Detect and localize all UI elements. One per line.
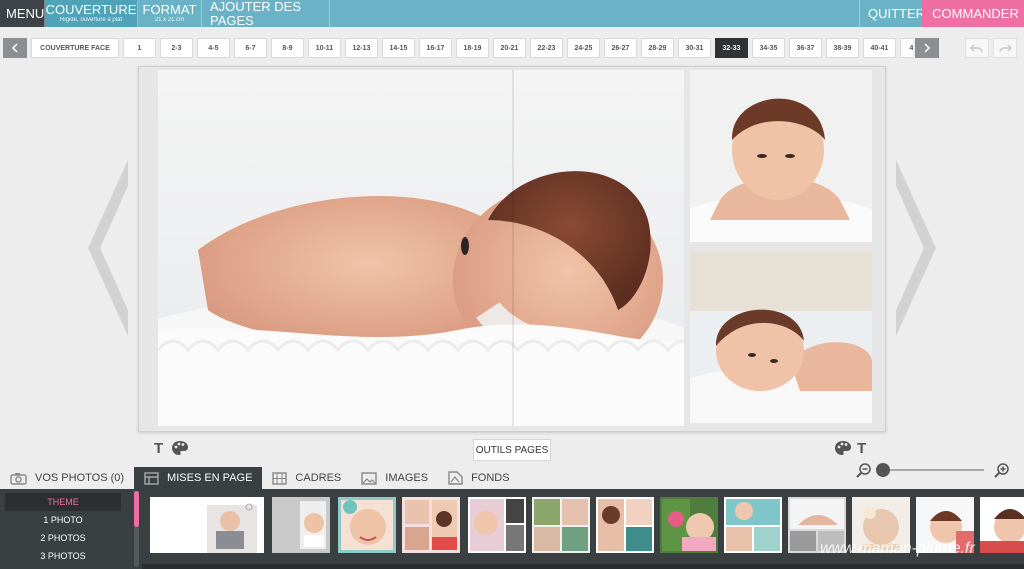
- camera-icon: [10, 472, 27, 485]
- tab-cadres-label: CADRES: [295, 472, 342, 484]
- tab-vos-photos[interactable]: VOS PHOTOS (0): [0, 467, 134, 489]
- next-pages-button[interactable]: [915, 38, 940, 58]
- format-button[interactable]: FORMAT 21 x 21 cm: [138, 0, 202, 27]
- layout-thumbnail[interactable]: [596, 497, 654, 553]
- menu-label: MENU: [6, 5, 45, 21]
- chevron-left-icon: [11, 43, 18, 53]
- page-tab[interactable]: 2-3: [159, 38, 193, 58]
- page-tab[interactable]: 10-11: [307, 38, 341, 58]
- order-label: COMMANDER: [932, 5, 1019, 21]
- frame-icon: [272, 471, 288, 485]
- page-tab[interactable]: 16-17: [418, 38, 452, 58]
- top-right-photo[interactable]: [690, 70, 872, 242]
- palette-icon-right[interactable]: [834, 440, 852, 456]
- bottom-bar: [142, 564, 1024, 569]
- bottom-right-photo[interactable]: [690, 251, 872, 423]
- background-icon: [448, 471, 463, 485]
- category-2-photos[interactable]: 2 PHOTOS: [5, 529, 121, 547]
- undo-icon: [970, 43, 983, 52]
- page-tabs: COUVERTURE FACE 1 2-3 4-5 6-7 8-9 10-11 12-13 1…: [30, 38, 914, 58]
- quit-label: QUITTER: [868, 5, 926, 21]
- page-tab[interactable]: 38-39: [825, 38, 859, 58]
- layout-thumbnail[interactable]: [402, 497, 460, 553]
- layout-thumbnail[interactable]: [532, 497, 590, 553]
- page-tab[interactable]: 14-15: [381, 38, 415, 58]
- category-theme[interactable]: THEME: [5, 493, 121, 511]
- page-tab[interactable]: 18-19: [455, 38, 489, 58]
- page-tab[interactable]: 36-37: [788, 38, 822, 58]
- page-tab[interactable]: 20-21: [492, 38, 526, 58]
- layout-thumbnail[interactable]: [980, 497, 1024, 553]
- page-tab[interactable]: 40-41: [862, 38, 896, 58]
- tab-images[interactable]: IMAGES: [351, 467, 438, 489]
- layout-thumbnail[interactable]: [468, 497, 526, 553]
- quit-button[interactable]: QUITTER: [859, 0, 926, 27]
- tab-vos-photos-label: VOS PHOTOS (0): [35, 472, 125, 484]
- tab-fonds-label: FONDS: [471, 472, 510, 484]
- cover-label: COUVERTURE: [45, 2, 137, 17]
- tab-fonds[interactable]: FONDS: [438, 467, 520, 489]
- menu-button[interactable]: MENU: [0, 0, 45, 27]
- page-tab[interactable]: 6-7: [233, 38, 267, 58]
- tab-mises-en-page[interactable]: MISES EN PAGE: [134, 467, 263, 489]
- order-button[interactable]: COMMANDER: [922, 0, 1024, 27]
- outils-pages-button[interactable]: OUTILS PAGES: [473, 439, 551, 461]
- prev-spread-arrow[interactable]: [88, 160, 128, 336]
- page-tab[interactable]: 22-23: [529, 38, 563, 58]
- next-spread-arrow[interactable]: [896, 160, 936, 336]
- tab-cadres[interactable]: CADRES: [262, 467, 351, 489]
- layout-thumbnail[interactable]: [338, 497, 396, 553]
- text-tool-left[interactable]: T: [154, 440, 163, 457]
- layout-thumbnail[interactable]: [724, 497, 782, 553]
- page-tab[interactable]: 42-4: [899, 38, 914, 58]
- bottom-tabs: VOS PHOTOS (0) MISES EN PAGE CADRES IMAG…: [0, 467, 1024, 489]
- category-scrollbar[interactable]: [134, 491, 139, 567]
- page-tab[interactable]: 28-29: [640, 38, 674, 58]
- page-tab-cover[interactable]: COUVERTURE FACE: [30, 38, 119, 58]
- page-tab[interactable]: 30-31: [677, 38, 711, 58]
- category-1-photo[interactable]: 1 PHOTO: [5, 511, 121, 529]
- category-scrollbar-thumb[interactable]: [134, 491, 139, 527]
- page-tab[interactable]: 26-27: [603, 38, 637, 58]
- page-tab[interactable]: 12-13: [344, 38, 378, 58]
- cover-button[interactable]: COUVERTURE Rigide, ouverture à plat: [45, 0, 138, 27]
- format-sublabel: 21 x 21 cm: [154, 17, 185, 23]
- text-tool-right[interactable]: T: [857, 440, 866, 457]
- spread-fold: [512, 70, 514, 426]
- page-tab[interactable]: 24-25: [566, 38, 600, 58]
- palette-icon-left[interactable]: [171, 440, 189, 456]
- chevron-right-icon: [924, 43, 931, 53]
- top-bar: MENU COUVERTURE Rigide, ouverture à plat…: [0, 0, 1024, 27]
- layout-thumbnail[interactable]: [150, 497, 264, 553]
- layout-thumbnail[interactable]: [660, 497, 718, 553]
- undo-button[interactable]: [965, 38, 989, 58]
- tab-images-label: IMAGES: [385, 472, 429, 484]
- page-tab[interactable]: 34-35: [751, 38, 785, 58]
- layout-icon: [144, 471, 159, 485]
- layout-category-list: THEME 1 PHOTO 2 PHOTOS 3 PHOTOS: [5, 493, 121, 565]
- watermark: www.maman-plume.fr: [820, 540, 975, 557]
- page-tab[interactable]: 1: [122, 38, 156, 58]
- cover-sublabel: Rigide, ouverture à plat: [59, 17, 123, 23]
- layout-thumbnail[interactable]: [272, 497, 330, 553]
- format-label: FORMAT: [142, 2, 197, 17]
- undo-redo-group: [965, 38, 1017, 58]
- redo-icon: [999, 43, 1012, 52]
- page-tab[interactable]: 8-9: [270, 38, 304, 58]
- tab-mises-en-page-label: MISES EN PAGE: [167, 472, 253, 484]
- add-pages-button[interactable]: AJOUTER DES PAGES: [202, 0, 330, 27]
- category-3-photos[interactable]: 3 PHOTOS: [5, 547, 121, 565]
- prev-pages-button[interactable]: [3, 38, 27, 58]
- page-navigator: COUVERTURE FACE 1 2-3 4-5 6-7 8-9 10-11 12-13 1…: [3, 38, 940, 58]
- redo-button[interactable]: [993, 38, 1017, 58]
- image-icon: [361, 471, 377, 485]
- page-tab[interactable]: 4-5: [196, 38, 230, 58]
- page-tab[interactable]: 32-33: [714, 38, 748, 58]
- add-pages-label: AJOUTER DES PAGES: [210, 0, 302, 28]
- main-photo[interactable]: [158, 70, 684, 426]
